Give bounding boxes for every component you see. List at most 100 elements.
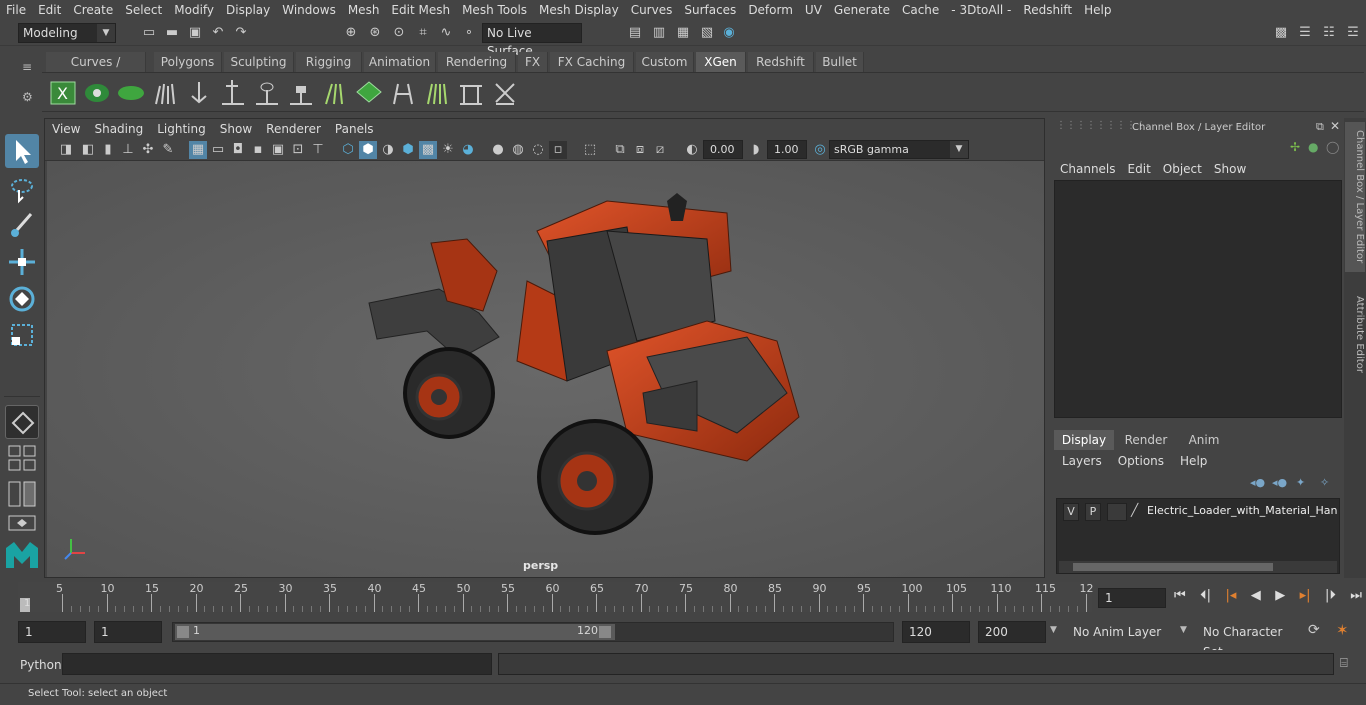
bookmark-icon[interactable]: ▮ <box>99 141 117 159</box>
workspace-icon[interactable]: ▩ <box>1272 24 1290 42</box>
move-tool-button[interactable] <box>5 245 39 279</box>
shelf-tab-redshift[interactable]: Redshift <box>748 52 814 72</box>
step-back-key-icon[interactable]: |◂ <box>1225 588 1236 608</box>
single-view-button[interactable] <box>5 405 39 439</box>
channel-list[interactable] <box>1054 180 1342 418</box>
layer-menu-layers[interactable]: Layers <box>1054 452 1110 472</box>
field-chart-icon[interactable]: ▣ <box>269 141 287 159</box>
channel-box-side-tab[interactable]: Channel Box / Layer Editor <box>1345 122 1365 272</box>
go-to-start-icon[interactable]: ⏮ <box>1174 588 1186 608</box>
command-input[interactable] <box>62 653 492 675</box>
redo-icon[interactable]: ↷ <box>232 24 250 42</box>
layer-menu-help[interactable]: Help <box>1172 452 1215 472</box>
select-hierarchy-icon[interactable]: ⊕ <box>342 24 360 42</box>
animation-prefs-icon[interactable]: ✶ <box>1336 621 1349 639</box>
shelf-menu-icon[interactable]: ≡ <box>22 60 32 74</box>
four-view-button[interactable] <box>5 444 39 472</box>
show-grid-icon[interactable]: ▦ <box>189 141 207 159</box>
antialias-icon[interactable]: ◍ <box>509 141 527 159</box>
menu-mesh-tools[interactable]: Mesh Tools <box>456 0 533 20</box>
electric-loader-model[interactable] <box>47 161 1044 577</box>
save-scene-icon[interactable]: ▣ <box>186 24 204 42</box>
guide-spline-icon[interactable] <box>388 78 418 108</box>
depth-of-field-icon[interactable]: ◌ <box>529 141 547 159</box>
grease-pencil-icon[interactable]: ✎ <box>159 141 177 159</box>
xgen-editor-icon[interactable]: X <box>48 78 78 108</box>
auto-key-icon[interactable]: ⟳ <box>1308 622 1320 638</box>
hyper-icon[interactable]: ◯ <box>1326 140 1339 154</box>
select-guide-icon[interactable] <box>252 78 282 108</box>
add-guide-icon[interactable] <box>218 78 248 108</box>
safe-action-icon[interactable]: ⊡ <box>289 141 307 159</box>
paint-select-button[interactable] <box>5 208 39 242</box>
animation-end-input[interactable]: 200 <box>978 621 1046 643</box>
attribute-editor-side-tab[interactable]: Attribute Editor <box>1345 284 1365 384</box>
noise-icon[interactable] <box>456 78 486 108</box>
anim-layer-dropdown[interactable]: No Anim Layer <box>1066 621 1174 643</box>
float-panel-icon[interactable]: ⧉ <box>1316 120 1324 134</box>
range-slider[interactable]: 1 120 <box>172 622 894 642</box>
snap-grid-icon[interactable]: ⌗ <box>414 24 432 42</box>
layer-tab-render[interactable]: Render <box>1116 430 1176 450</box>
shelf-tab-polygons[interactable]: Polygons <box>154 52 222 72</box>
gamma-input[interactable]: 1.00 <box>767 140 807 159</box>
shelf-tab-animation[interactable]: Animation <box>364 52 436 72</box>
character-set-dropdown[interactable]: No Character Set <box>1196 621 1300 659</box>
speed-icon[interactable]: ● <box>1308 140 1318 154</box>
viewport-menu-view[interactable]: View <box>45 122 87 136</box>
create-interactive-groom-icon[interactable] <box>150 78 180 108</box>
menu-select[interactable]: Select <box>119 0 168 20</box>
shelf-settings-icon[interactable]: ⚙ <box>22 90 33 104</box>
menu-create[interactable]: Create <box>67 0 119 20</box>
close-icon[interactable]: ✕ <box>1330 119 1340 133</box>
menu-surfaces[interactable]: Surfaces <box>678 0 742 20</box>
mesh-grid-icon[interactable] <box>354 78 384 108</box>
screen-space-ao-icon[interactable]: ◕ <box>459 141 477 159</box>
safe-title-icon[interactable]: ⊤ <box>309 141 327 159</box>
channel-menu-edit[interactable]: Edit <box>1122 160 1157 180</box>
gate-mask-icon[interactable]: ▪ <box>249 141 267 159</box>
layer-row[interactable]: V P ╱ Electric_Loader_with_Material_Hand… <box>1061 503 1339 521</box>
shelf-tab-rendering[interactable]: Rendering <box>438 52 516 72</box>
mode-dropdown[interactable]: Modeling ▼ <box>18 23 116 43</box>
scale-tool-button[interactable] <box>5 318 39 352</box>
menu-mesh[interactable]: Mesh <box>342 0 386 20</box>
grid-icon[interactable]: ⊥ <box>119 141 137 159</box>
new-layer-icon[interactable]: ✦ <box>1296 476 1305 489</box>
chevron-down-icon[interactable]: ▼ <box>1180 625 1187 635</box>
channel-menu-object[interactable]: Object <box>1157 160 1208 180</box>
rotate-tool-button[interactable] <box>5 282 39 316</box>
new-layer-selected-icon[interactable]: ✧ <box>1320 476 1329 489</box>
shadows-icon[interactable]: ☀ <box>439 141 457 159</box>
ipr-render-icon[interactable]: ▥ <box>650 24 668 42</box>
wireframe-on-shaded-icon[interactable]: ◑ <box>379 141 397 159</box>
layer-tab-display[interactable]: Display <box>1054 430 1114 450</box>
attribute-toggle-icon[interactable]: ☷ <box>1320 24 1338 42</box>
shelf-tab-xgen[interactable]: XGen <box>696 52 746 72</box>
shelf-tab-bullet[interactable]: Bullet <box>816 52 864 72</box>
menu-edit-mesh[interactable]: Edit Mesh <box>385 0 456 20</box>
select-tool-button[interactable] <box>5 134 39 168</box>
open-scene-icon[interactable]: ▬ <box>163 24 181 42</box>
layer-hscroll[interactable] <box>1059 561 1337 573</box>
film-gate-icon[interactable]: ▭ <box>209 141 227 159</box>
shelf-tab-custom[interactable]: Custom <box>636 52 694 72</box>
menu-mesh-display[interactable]: Mesh Display <box>533 0 625 20</box>
step-back-icon[interactable]: ⏴| <box>1200 588 1211 608</box>
layer-type-toggle[interactable] <box>1107 503 1127 521</box>
menu-display[interactable]: Display <box>220 0 276 20</box>
play-backward-icon[interactable]: ◀ <box>1251 588 1261 608</box>
xray-joints-icon[interactable]: ⧉ <box>611 141 629 159</box>
layer-color-icon[interactable]: ╱ <box>1131 503 1145 521</box>
menu-file[interactable]: File <box>0 0 32 20</box>
time-slider[interactable]: 1 5 10 15 20 25 30 35 40 45 50 55 60 65 70 75 80 85 90 95 1… <box>0 580 1366 614</box>
layer-hscroll-thumb[interactable] <box>1073 563 1273 571</box>
xray-components-icon[interactable]: ⧈ <box>631 141 649 159</box>
layer-menu-options[interactable]: Options <box>1110 452 1172 472</box>
manipulator-icon[interactable]: ✢ <box>1290 140 1300 154</box>
3d-scene[interactable] <box>47 161 1044 577</box>
layer-visibility-toggle[interactable]: V <box>1063 503 1079 521</box>
step-forward-key-icon[interactable]: ▸| <box>1300 588 1311 608</box>
pan-zoom-icon[interactable]: ✣ <box>139 141 157 159</box>
lock-guide-icon[interactable] <box>286 78 316 108</box>
